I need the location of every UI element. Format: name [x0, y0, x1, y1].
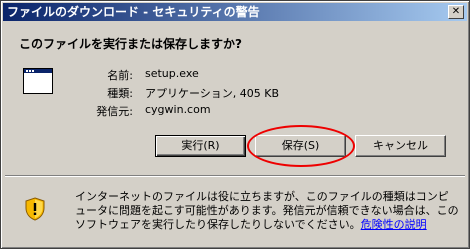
risk-explanation-link[interactable]: 危険性の説明 [361, 218, 427, 231]
warning-message: インターネットのファイルは役に立ちますが、このファイルの種類はコンピュータに問題… [75, 190, 459, 232]
file-source-value: cygwin.com [145, 103, 211, 116]
save-highlight-circle [247, 125, 355, 167]
shield-warning-icon [25, 197, 45, 221]
run-button[interactable]: 実行(R) [155, 135, 246, 157]
dialog-question: このファイルを実行または保存しますか? [19, 37, 242, 51]
file-type-value: アプリケーション, 405 KB [145, 87, 280, 100]
download-security-dialog: ファイルのダウンロード - セキュリティの警告 ✕ このファイルを実行または保存… [0, 0, 470, 249]
name-label: 名前: [107, 69, 133, 82]
close-icon[interactable]: ✕ [448, 5, 464, 19]
divider-highlight [5, 176, 465, 177]
cancel-button[interactable]: キャンセル [355, 135, 446, 157]
type-label: 種類: [107, 87, 133, 100]
program-window-icon [23, 68, 53, 94]
file-name-value: setup.exe [145, 67, 199, 80]
title-bar[interactable]: ファイルのダウンロード - セキュリティの警告 ✕ [3, 3, 467, 21]
window-title: ファイルのダウンロード - セキュリティの警告 [7, 5, 260, 19]
source-label: 発信元: [96, 105, 133, 118]
